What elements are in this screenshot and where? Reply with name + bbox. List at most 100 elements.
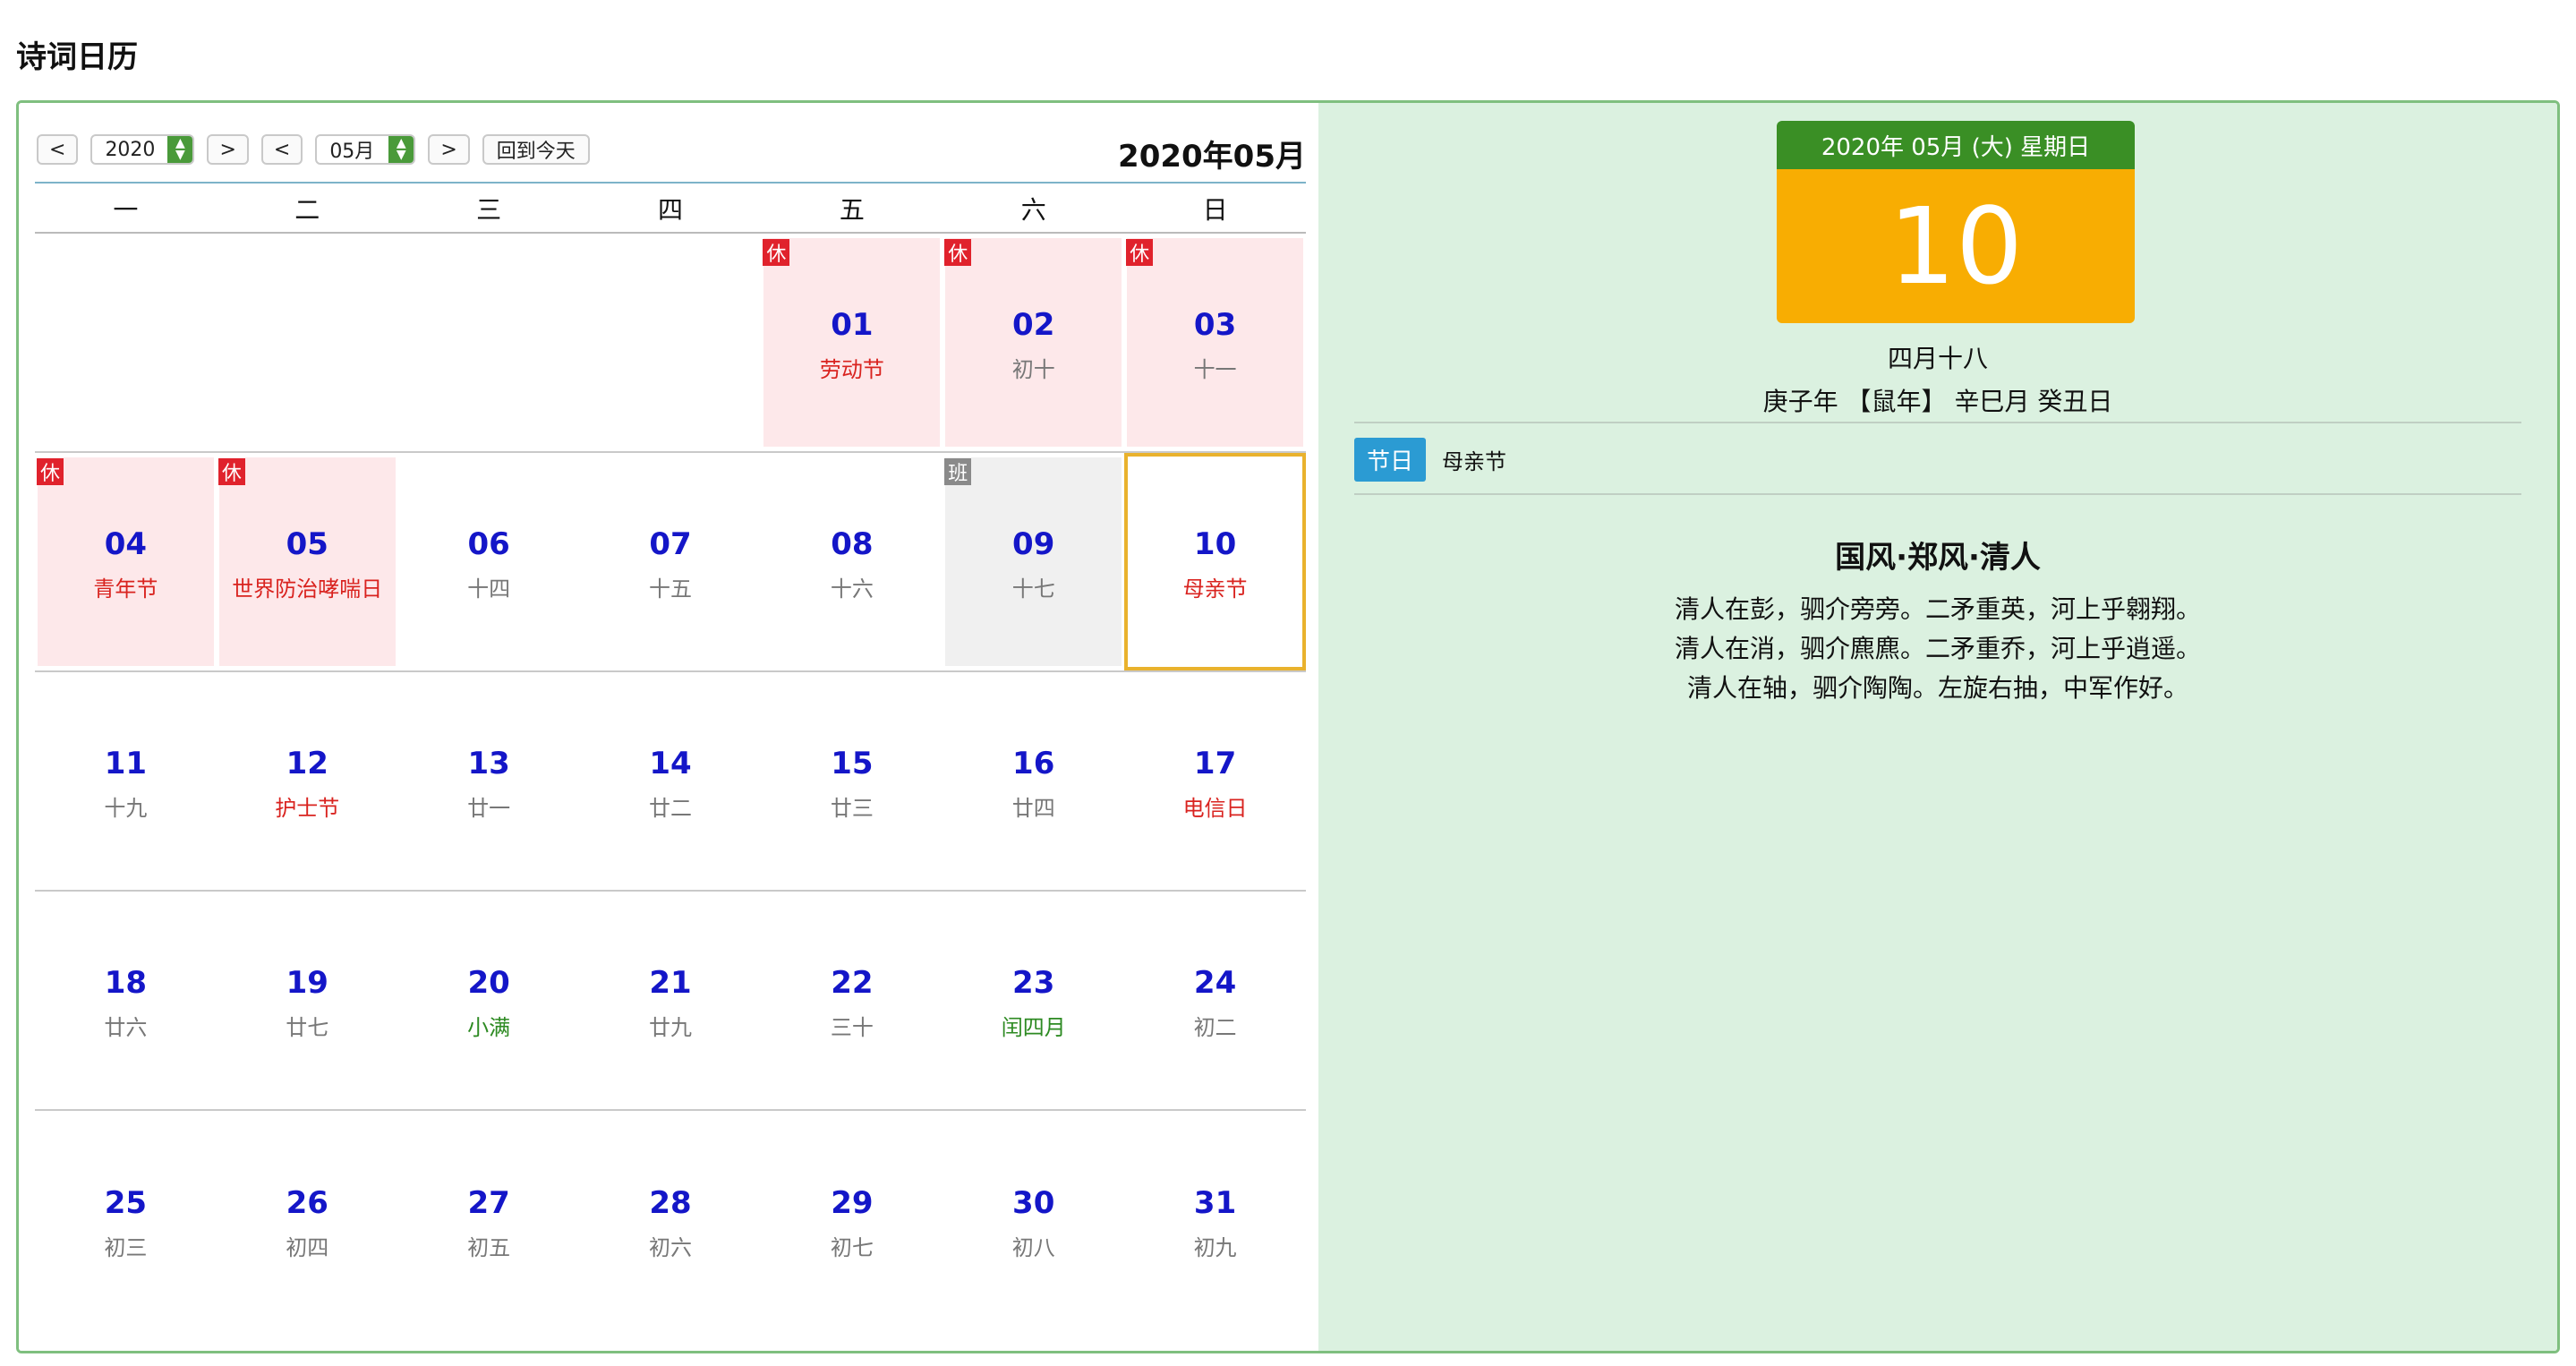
day-cell[interactable]: 28 初六 [580, 1111, 762, 1330]
day-lunar-label: 初五 [467, 1235, 511, 1260]
back-to-today-button[interactable]: 回到今天 [482, 134, 590, 165]
year-select[interactable]: 2020 ▲ ▼ [90, 134, 195, 165]
day-lunar-label: 护士节 [275, 796, 340, 821]
festival-row: 节日 母亲节 [1354, 438, 1506, 482]
day-cell-selected[interactable]: 10 母亲节 [1124, 453, 1306, 672]
prev-year-button[interactable]: < [37, 134, 79, 165]
weekday-label: 六 [1020, 195, 1046, 225]
day-lunar-label: 初三 [104, 1235, 148, 1260]
weekday-label: 二 [294, 195, 320, 225]
poem-line: 清人在消，驷介麃麃。二矛重乔，河上乎逍遥。 [1674, 634, 2201, 663]
holiday-badge: 休 [218, 458, 245, 485]
divider [1354, 422, 2521, 423]
day-number: 23 [1012, 965, 1055, 1001]
day-cell[interactable]: 19 廿七 [216, 892, 398, 1111]
day-lunar-label: 十五 [648, 576, 692, 602]
day-number: 16 [1012, 746, 1055, 781]
day-number: 03 [1193, 307, 1237, 343]
poem-line: 清人在彭，驷介旁旁。二矛重英，河上乎翱翔。 [1674, 594, 2201, 624]
next-year-button[interactable]: > [207, 134, 249, 165]
day-lunar-label: 廿二 [648, 796, 692, 821]
day-cell[interactable]: 13 廿一 [397, 672, 580, 892]
day-lunar-label: 初九 [1193, 1235, 1237, 1260]
day-lunar-label: 廿六 [104, 1015, 148, 1040]
day-lunar-label: 十七 [1011, 576, 1055, 602]
month-title: 2020年05月 [1118, 139, 1306, 175]
day-cell[interactable]: 15 廿三 [761, 672, 943, 892]
day-number: 18 [104, 965, 148, 1001]
poem-body: 清人在彭，驷介旁旁。二矛重英，河上乎翱翔。 清人在消，驷介麃麃。二矛重乔，河上乎逍… [1318, 590, 2557, 708]
day-cell[interactable]: 26 初四 [217, 1111, 398, 1330]
day-cell[interactable]: 11 十九 [35, 672, 217, 892]
empty-day-cell [35, 234, 217, 453]
day-cell[interactable]: 班 09 十七 [943, 453, 1125, 672]
day-number: 09 [1012, 526, 1055, 562]
weekday-label: 五 [839, 195, 865, 225]
day-cell[interactable]: 22 三十 [761, 892, 943, 1111]
day-lunar-label: 母亲节 [1182, 576, 1248, 602]
day-cell[interactable]: 07 十五 [579, 453, 762, 672]
day-cell[interactable]: 25 初三 [35, 1111, 217, 1330]
day-number: 20 [467, 965, 510, 1001]
divider [1354, 493, 2521, 495]
day-lunar-label: 劳动节 [819, 357, 884, 382]
day-cell[interactable]: 31 初九 [1124, 1111, 1306, 1330]
day-lunar-label: 廿三 [830, 796, 874, 821]
day-cell[interactable]: 17 电信日 [1124, 672, 1306, 892]
holiday-badge: 休 [37, 458, 64, 485]
holiday-badge: 休 [944, 239, 972, 266]
day-cell[interactable]: 休 05 世界防治哮喘日 [216, 453, 398, 672]
day-number: 21 [649, 965, 692, 1001]
day-lunar-label: 十六 [830, 576, 874, 602]
empty-day-cell [397, 234, 580, 453]
day-cell[interactable]: 休 04 青年节 [35, 453, 217, 672]
day-lunar-label: 十一 [1193, 357, 1237, 382]
day-cell[interactable]: 21 廿九 [579, 892, 762, 1111]
weekday-label: 一 [113, 195, 139, 225]
day-lunar-label: 三十 [830, 1015, 874, 1040]
day-number: 11 [104, 746, 148, 781]
day-grid: 休 01 劳动节休 02 初十休 03 十一休 04 青年节休 05 世界防治哮喘日 06 十四 07 十五… [35, 234, 1306, 1330]
day-cell[interactable]: 18 廿六 [35, 892, 217, 1111]
day-cell[interactable]: 休 02 初十 [943, 234, 1125, 453]
empty-day-cell [216, 234, 398, 453]
chevron-updown-icon: ▲ ▼ [388, 136, 414, 163]
day-cell[interactable]: 休 03 十一 [1124, 234, 1306, 453]
day-cell[interactable]: 20 小满 [397, 892, 580, 1111]
weekday-label: 三 [476, 195, 502, 225]
day-cell[interactable]: 24 初二 [1124, 892, 1306, 1111]
weekday-label: 日 [1202, 195, 1228, 225]
day-cell[interactable]: 16 廿四 [943, 672, 1125, 892]
calendar-toolbar: < 2020 ▲ ▼ > < 05月 ▲ ▼ > 回到今天 [37, 133, 602, 166]
day-cell[interactable]: 23 闰四月 [943, 892, 1125, 1111]
day-cell[interactable]: 休 01 劳动节 [761, 234, 943, 453]
day-lunar-label: 初七 [830, 1235, 874, 1260]
day-number: 25 [104, 1185, 148, 1221]
chevron-updown-icon: ▲ ▼ [167, 136, 193, 163]
day-number: 30 [1012, 1185, 1055, 1221]
detail-panel: 2020年 05月 (大) 星期日 10 四月十八 庚子年 【鼠年】 辛巳月 癸… [1318, 103, 2557, 1351]
day-cell[interactable]: 14 廿二 [579, 672, 762, 892]
day-lunar-label: 廿七 [286, 1015, 329, 1040]
next-month-button[interactable]: > [428, 134, 470, 165]
date-card: 2020年 05月 (大) 星期日 10 [1777, 121, 2135, 323]
day-number: 15 [831, 746, 874, 781]
day-cell[interactable]: 27 初五 [398, 1111, 580, 1330]
day-cell[interactable]: 06 十四 [397, 453, 580, 672]
prev-month-button[interactable]: < [260, 134, 303, 165]
day-number: 04 [104, 526, 148, 562]
day-number: 01 [831, 307, 874, 343]
day-cell[interactable]: 08 十六 [761, 453, 943, 672]
day-lunar-label: 十九 [104, 796, 148, 821]
weekday-label: 四 [657, 195, 683, 225]
day-number: 13 [467, 746, 510, 781]
day-cell[interactable]: 30 初八 [943, 1111, 1124, 1330]
day-cell[interactable]: 12 护士节 [216, 672, 398, 892]
day-cell[interactable]: 29 初七 [761, 1111, 943, 1330]
month-select[interactable]: 05月 ▲ ▼ [315, 134, 416, 165]
day-lunar-label: 初六 [648, 1235, 692, 1260]
day-number: 02 [1012, 307, 1055, 343]
day-lunar-label: 初四 [286, 1235, 329, 1260]
day-lunar-label: 世界防治哮喘日 [232, 576, 383, 602]
empty-day-cell [579, 234, 762, 453]
